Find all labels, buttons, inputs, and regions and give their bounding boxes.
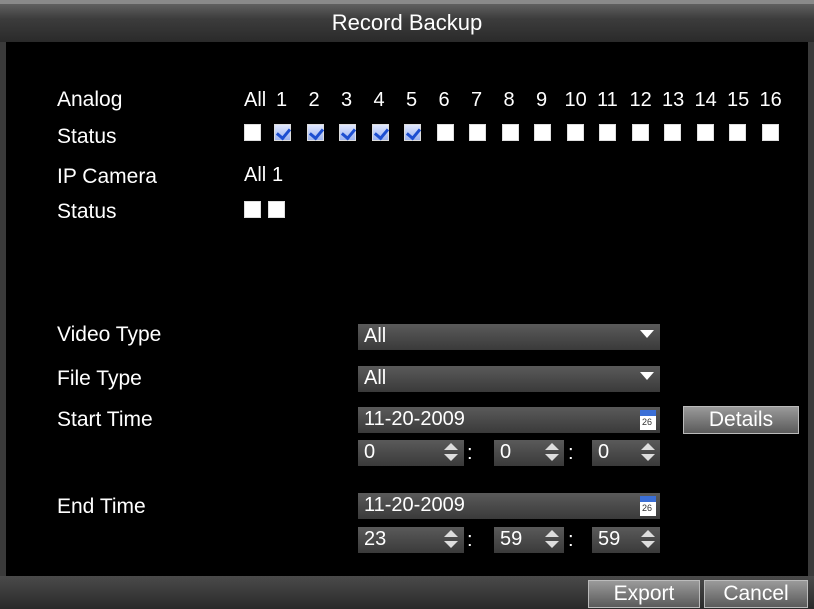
dialog-title: Record Backup [331, 10, 483, 35]
start-date-field[interactable]: 11-20-2009 26 [358, 407, 660, 433]
file-type-dropdown[interactable]: All [358, 366, 660, 392]
end-date-field[interactable]: 11-20-2009 26 [358, 493, 660, 519]
analog-channel-checkbox[interactable] [404, 124, 421, 141]
analog-channel-checkbox[interactable] [501, 124, 519, 141]
analog-channel-checkbox[interactable] [599, 124, 616, 141]
analog-channel-number: 16 [759, 89, 782, 111]
export-button[interactable]: Export [588, 580, 700, 608]
analog-all-label: All [244, 89, 267, 111]
analog-channel-number: 5 [406, 89, 418, 111]
analog-channel-checkbox[interactable] [469, 124, 486, 141]
end-hour-stepper[interactable]: 23 [358, 527, 464, 553]
time-separator: : [467, 529, 473, 551]
end-hour-value: 23 [364, 528, 387, 550]
analog-channel-checkbox[interactable] [306, 124, 324, 141]
start-second-value: 0 [598, 441, 610, 463]
ip-camera-label: IP Camera [57, 165, 157, 188]
video-type-label: Video Type [57, 323, 162, 346]
spinner-icon[interactable] [443, 529, 459, 551]
time-separator: : [467, 442, 473, 464]
analog-label: Analog [57, 88, 123, 111]
calendar-icon[interactable]: 26 [640, 410, 656, 430]
analog-channel-checkbox[interactable] [729, 124, 746, 141]
start-hour-stepper[interactable]: 0 [358, 440, 464, 466]
time-separator: : [568, 529, 574, 551]
ip-camera-all-checkbox[interactable] [244, 201, 261, 218]
spinner-icon[interactable] [443, 442, 459, 464]
analog-channel-number: 1 [276, 89, 288, 111]
start-minute-stepper[interactable]: 0 [494, 440, 564, 466]
end-minute-stepper[interactable]: 59 [494, 527, 564, 553]
title-bar: Record Backup [0, 0, 814, 42]
start-second-stepper[interactable]: 0 [592, 440, 660, 466]
analog-channel-number: 14 [694, 89, 717, 111]
calendar-icon[interactable]: 26 [640, 496, 656, 516]
analog-channel-number: 12 [629, 89, 652, 111]
analog-channel-number: 6 [438, 89, 450, 111]
analog-channel-checkbox[interactable] [534, 124, 551, 141]
analog-channel-checkbox[interactable] [761, 124, 779, 141]
file-type-value: All [364, 367, 387, 389]
spinner-icon[interactable] [640, 442, 656, 464]
analog-channel-checkbox[interactable] [371, 124, 389, 141]
analog-channel-checkbox[interactable] [274, 124, 291, 141]
time-separator: : [568, 442, 574, 464]
analog-channel-number: 8 [503, 89, 515, 111]
spinner-icon[interactable] [544, 442, 560, 464]
title-bar-highlight [0, 0, 814, 4]
analog-channel-checkbox[interactable] [631, 124, 649, 141]
video-type-value: All [364, 325, 387, 347]
analog-channel-number: 15 [727, 89, 750, 111]
analog-channel-number: 4 [373, 89, 385, 111]
start-time-label: Start Time [57, 408, 153, 431]
analog-channel-checkbox[interactable] [566, 124, 584, 141]
start-minute-value: 0 [500, 441, 512, 463]
analog-all-checkbox[interactable] [244, 124, 261, 141]
end-minute-value: 59 [500, 528, 523, 550]
chevron-down-icon [640, 372, 654, 380]
analog-channel-number: 13 [662, 89, 685, 111]
start-hour-value: 0 [364, 441, 376, 463]
video-type-dropdown[interactable]: All [358, 324, 660, 350]
analog-channel-checkbox[interactable] [696, 124, 714, 141]
analog-channel-number: 11 [597, 89, 618, 111]
analog-status-label: Status [57, 125, 117, 148]
analog-channel-number: 9 [536, 89, 548, 111]
analog-channel-number: 2 [308, 89, 320, 111]
analog-channel-number: 3 [341, 89, 353, 111]
details-button[interactable]: Details [683, 406, 799, 434]
analog-channel-checkbox[interactable] [339, 124, 356, 141]
start-date-value: 11-20-2009 [364, 408, 465, 430]
ip-camera-channel-number: 1 [272, 164, 284, 186]
chevron-down-icon [640, 330, 654, 338]
cancel-button[interactable]: Cancel [704, 580, 808, 608]
spinner-icon[interactable] [640, 529, 656, 551]
spinner-icon[interactable] [544, 529, 560, 551]
ip-camera-status-label: Status [57, 200, 117, 223]
file-type-label: File Type [57, 367, 142, 390]
analog-channel-number: 10 [564, 89, 587, 111]
analog-channel-checkbox[interactable] [664, 124, 681, 141]
analog-channel-checkbox[interactable] [436, 124, 454, 141]
end-time-label: End Time [57, 495, 146, 518]
end-date-value: 11-20-2009 [364, 494, 465, 516]
ip-camera-channel-checkbox[interactable] [268, 201, 285, 218]
analog-channel-number: 7 [471, 89, 483, 111]
end-second-value: 59 [598, 528, 621, 550]
end-second-stepper[interactable]: 59 [592, 527, 660, 553]
ip-camera-all-label: All [244, 164, 267, 186]
